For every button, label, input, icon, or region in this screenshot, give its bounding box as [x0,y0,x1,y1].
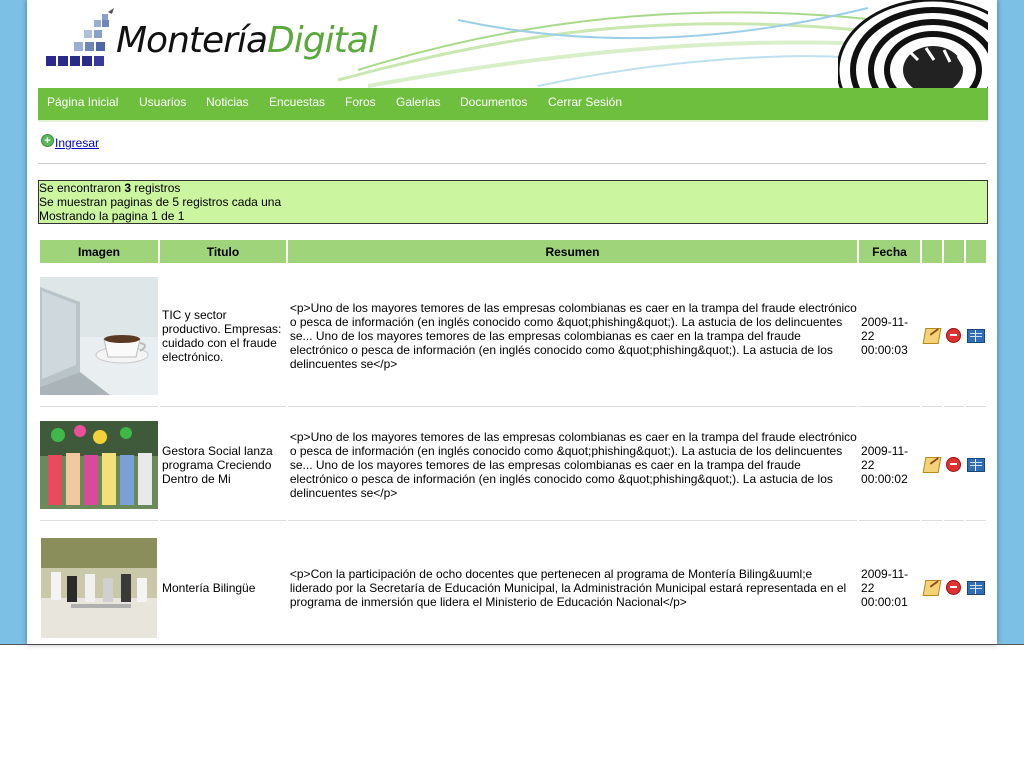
page-container: MonteríaDigital Página Inicial Usuarios … [27,0,997,644]
column-header-action-3 [965,240,986,263]
edit-icon[interactable] [922,327,942,344]
add-record-link[interactable]: Ingresar [55,136,99,150]
delete-icon[interactable] [946,457,962,472]
title-cell: TIC y sector productivo. Empresas: cuida… [160,265,286,407]
edit-icon[interactable] [922,456,942,473]
nav-item-noticias[interactable]: Noticias [206,95,249,109]
table-row: Gestora Social lanza programa Creciendo … [40,409,986,521]
delete-icon[interactable] [946,328,962,343]
action-cell [922,523,942,644]
action-cell [944,523,964,644]
column-header-title[interactable]: Titulo [160,240,286,263]
site-logo: MonteríaDigital [116,20,378,61]
title-cell: Gestora Social lanza programa Creciendo … [160,409,286,521]
divider [38,163,986,164]
column-header-date[interactable]: Fecha [859,240,920,263]
nav-item-usuarios[interactable]: Usuarios [139,95,186,109]
table-row: TIC y sector productivo. Empresas: cuida… [40,265,986,407]
page-size-line: Se muestran paginas de 5 registros cada … [39,195,282,209]
delete-icon[interactable] [946,580,962,595]
news-thumbnail-classroom-photo[interactable] [40,537,158,638]
column-header-image[interactable]: Imagen [40,240,158,263]
column-header-action-2 [943,240,964,263]
news-table: Imagen Titulo Resumen Fecha TIC y sector… [38,238,988,644]
nav-item-cerrar-sesion[interactable]: Cerrar Sesión [548,95,622,109]
sombrero-vueltiao-graphic [838,0,988,88]
date-cell: 2009-11-22 00:00:02 [859,409,920,521]
nav-item-galerias[interactable]: Galerias [396,95,441,109]
summary-cell: <p>Con la participación de ocho docentes… [288,523,857,644]
page-position-line: Mostrando la pagina 1 de 1 [39,209,185,223]
date-cell: 2009-11-22 00:00:01 [859,523,920,644]
logo-squares-icon [46,8,114,66]
column-header-action-1 [922,240,942,263]
add-record-link-group: + Ingresar [41,133,99,150]
view-icon[interactable] [966,580,985,595]
action-cell [922,409,942,521]
title-cell: Montería Bilingüe [160,523,286,644]
action-cell [966,523,986,644]
action-cell [922,265,942,407]
site-header: MonteríaDigital [38,0,988,88]
action-cell [965,265,986,407]
logo-text-part1: Montería [116,20,268,61]
nav-item-encuestas[interactable]: Encuestas [269,95,325,109]
results-info-box: Se encontraron 3 registros Se muestran p… [38,180,988,224]
main-nav: Página Inicial Usuarios Noticias Encuest… [38,88,988,122]
nav-item-foros[interactable]: Foros [345,95,376,109]
table-row: Montería Bilingüe <p>Con la participació… [40,523,986,644]
date-cell: 2009-11-22 00:00:03 [859,265,920,407]
image-cell [40,409,158,521]
image-cell [40,265,158,407]
table-header-row: Imagen Titulo Resumen Fecha [40,240,986,263]
view-icon[interactable] [966,328,985,343]
news-thumbnail-group-photo[interactable] [40,420,158,509]
nav-item-pagina-inicial[interactable]: Página Inicial [47,95,118,109]
logo-text-part2: Digital [267,20,378,61]
results-count-line: Se encontraron 3 registros [39,181,181,195]
summary-cell: <p>Uno de los mayores temores de las emp… [287,265,858,407]
news-thumbnail-laptop-coffee[interactable] [40,276,158,395]
add-icon[interactable]: + [41,133,54,147]
image-cell [40,523,158,644]
summary-cell: <p>Uno de los mayores temores de las emp… [287,409,858,521]
view-icon[interactable] [966,457,985,472]
action-cell [943,409,964,521]
edit-icon[interactable] [922,579,942,596]
action-cell [965,409,986,521]
action-cell [943,265,964,407]
column-header-summary[interactable]: Resumen [287,240,858,263]
nav-item-documentos[interactable]: Documentos [460,95,527,109]
